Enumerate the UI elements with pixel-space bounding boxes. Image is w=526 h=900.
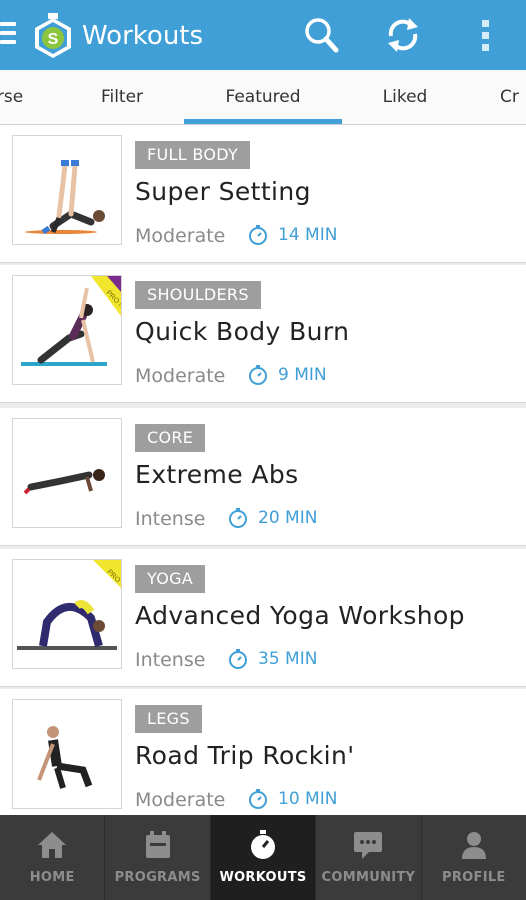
workout-card[interactable]: PRO NEW SHOULDERS Quick Body Burn Modera… [0,265,526,403]
workout-thumbnail [12,699,122,809]
refresh-icon[interactable] [383,14,423,56]
nav-programs[interactable]: PROGRAMS [105,815,211,900]
stopwatch-icon [249,225,267,245]
nav-label: PROFILE [442,870,506,885]
nav-workouts[interactable]: WORKOUTS [210,815,317,900]
duration-label: 20 MIN [258,508,318,528]
svg-text:S: S [48,31,59,48]
page-title: Workouts [82,21,204,51]
workout-card[interactable]: LEGS Road Trip Rockin' Moderate 10 MIN [0,689,526,815]
more-vert-icon[interactable] [466,14,504,56]
tab-browse[interactable]: rse [0,70,30,124]
hamburger-icon[interactable] [0,22,16,48]
stopwatch-icon [251,830,276,859]
app-logo-icon: S [30,13,76,59]
workout-duration: 35 MIN [227,647,317,671]
category-tag: LEGS [135,705,202,733]
duration-label: 9 MIN [278,365,327,385]
category-tag: SHOULDERS [135,281,261,309]
tab-bar: rse Filter Featured Liked Cr [0,70,526,125]
nav-label: WORKOUTS [219,870,307,885]
workout-card[interactable]: PRO YOGA Advanced Yoga Workshop Intense … [0,549,526,687]
workout-list: FULL BODY Super Setting Moderate 14 MIN … [0,125,526,815]
duration-label: 35 MIN [258,649,318,669]
workout-level: Intense [135,649,206,671]
duration-label: 14 MIN [278,225,338,245]
workout-title: Road Trip Rockin' [135,741,355,770]
stopwatch-icon [229,508,247,528]
workout-title: Quick Body Burn [135,317,350,346]
stopwatch-icon [249,365,267,385]
workout-duration: 14 MIN [247,223,337,247]
tab-liked[interactable]: Liked [355,70,455,124]
duration-label: 10 MIN [278,789,338,809]
stopwatch-icon [229,649,247,669]
workout-title: Advanced Yoga Workshop [135,601,465,630]
nav-label: COMMUNITY [321,870,416,885]
category-tag: CORE [135,424,206,452]
category-tag: FULL BODY [135,141,251,169]
bottom-nav: HOME PROGRAMS WORKOUTS COMMUNITY PROFILE [0,815,526,900]
workout-thumbnail: PRO [12,559,122,669]
nav-community[interactable]: COMMUNITY [316,815,422,900]
workout-level: Moderate [135,365,226,387]
workout-title: Super Setting [135,177,311,206]
person-icon [461,832,486,859]
stopwatch-icon [249,789,267,809]
workout-title: Extreme Abs [135,460,299,489]
tab-filter[interactable]: Filter [72,70,172,124]
workout-duration: 20 MIN [227,506,317,530]
workout-thumbnail [12,418,122,528]
workout-level: Moderate [135,789,226,811]
workout-duration: 10 MIN [247,787,337,811]
workout-card[interactable]: FULL BODY Super Setting Moderate 14 MIN [0,125,526,263]
nav-label: HOME [29,870,75,885]
nav-profile[interactable]: PROFILE [422,815,526,900]
calendar-icon [145,831,170,858]
app-bar: S Workouts [0,0,526,70]
workout-thumbnail: PRO NEW [12,275,122,385]
workout-level: Moderate [135,225,226,247]
workout-level: Intense [135,508,206,530]
nav-label: PROGRAMS [114,870,201,885]
workout-duration: 9 MIN [247,363,327,387]
tab-featured[interactable]: Featured [184,70,342,124]
workout-card[interactable]: CORE Extreme Abs Intense 20 MIN [0,408,526,546]
tab-create[interactable]: Cr [500,70,526,124]
chat-icon [354,832,383,859]
workout-thumbnail [12,135,122,245]
search-icon[interactable] [301,14,341,56]
nav-home[interactable]: HOME [0,815,106,900]
home-icon [38,832,67,858]
category-tag: YOGA [135,565,206,593]
